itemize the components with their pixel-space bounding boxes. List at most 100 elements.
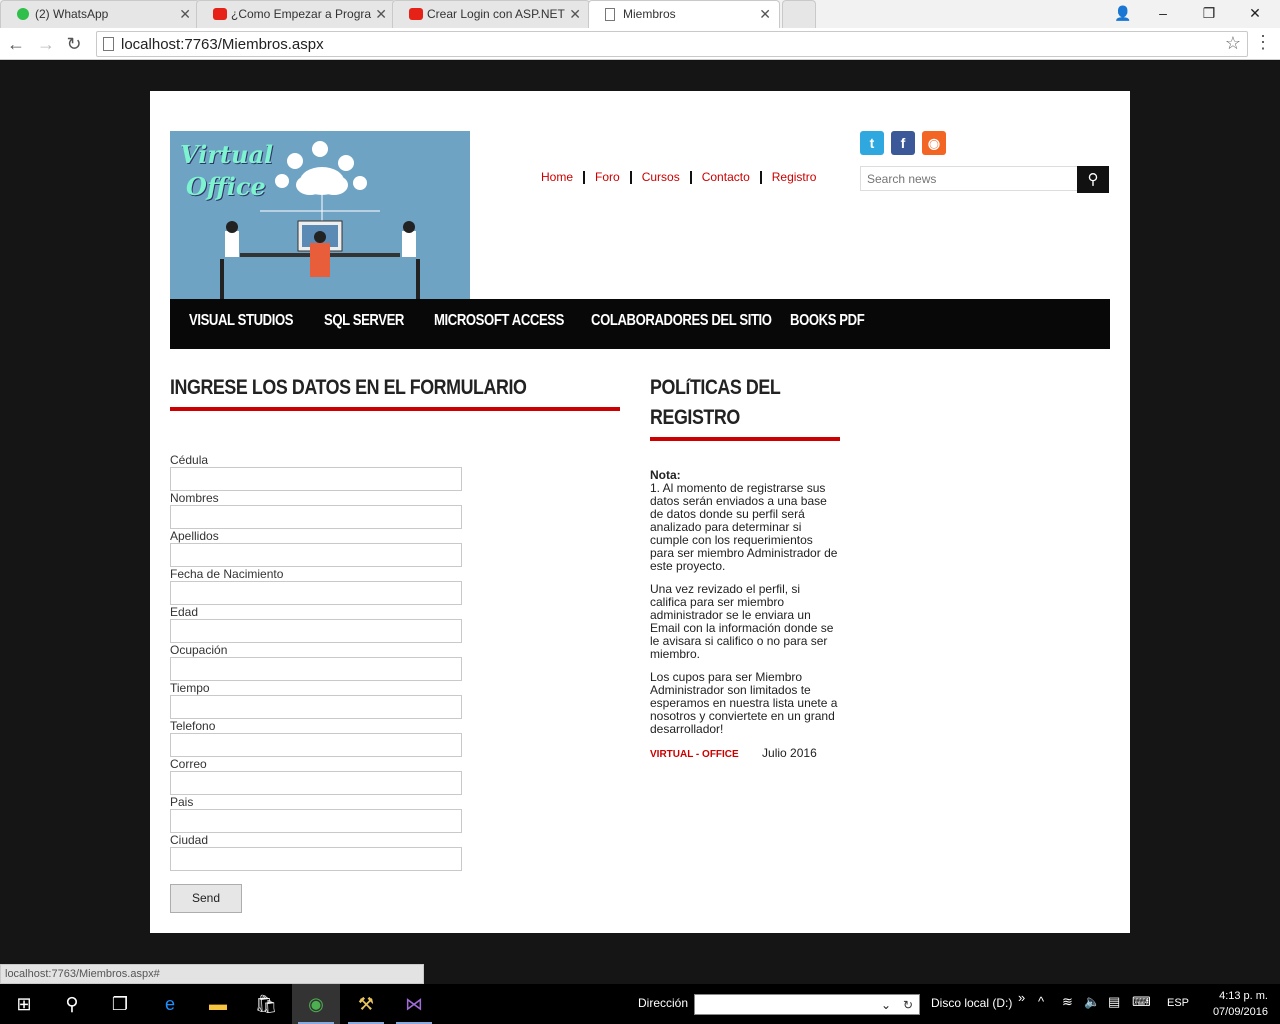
main-nav-microsoft-access[interactable]: MICROSOFT ACCESS — [434, 312, 564, 330]
main-nav-visual-studios[interactable]: VISUAL STUDIOS — [189, 312, 294, 330]
form-heading: INGRESE LOS DATOS EN EL FORMULARIO — [170, 376, 527, 399]
field-input[interactable] — [170, 657, 462, 681]
language-indicator[interactable]: ESP — [1167, 997, 1189, 1009]
close-icon[interactable]: ✕ — [569, 6, 581, 23]
field-input[interactable] — [170, 733, 462, 757]
search-box: ⚲ — [860, 166, 1109, 193]
taskbar: ⊞ ⚲ ❐ e ▬ 🛍 ◉ ⚒ ⋈ Dirección ⌄ ↻ Disco lo… — [0, 984, 1280, 1024]
tab-youtube-2[interactable]: Crear Login con ASP.NET ✕ — [392, 0, 590, 28]
close-window-button[interactable]: ✕ — [1232, 0, 1278, 28]
field-label: Edad — [170, 605, 199, 619]
nav-link-foro[interactable]: Foro — [585, 171, 632, 184]
clock-date: 07/09/2016 — [1212, 1006, 1268, 1018]
field-input[interactable] — [170, 581, 462, 605]
form-field: Ciudad — [170, 833, 470, 871]
field-label: Fecha de Nacimiento — [170, 567, 284, 581]
toolbar-overflow-icon[interactable]: » — [1018, 990, 1025, 1005]
page-icon — [103, 37, 114, 51]
site-container: Virtual Office Home Foro Cursos Contacto… — [150, 91, 1130, 933]
search-icon[interactable]: ⚲ — [48, 984, 96, 1024]
go-icon[interactable]: ↻ — [903, 995, 913, 1016]
search-icon[interactable]: ⚲ — [1077, 166, 1109, 193]
edge-icon[interactable]: e — [146, 984, 194, 1024]
new-tab-button[interactable] — [782, 0, 816, 28]
volume-icon[interactable]: 🔈 — [1084, 994, 1100, 1010]
tab-miembros[interactable]: Miembros ✕ — [588, 0, 780, 28]
task-view-icon[interactable]: ❐ — [96, 984, 144, 1024]
form-field: Nombres — [170, 491, 470, 529]
send-button[interactable]: Send — [170, 884, 242, 913]
policy-date: Julio 2016 — [762, 746, 817, 760]
field-label: Apellidos — [170, 529, 219, 543]
tab-youtube-1[interactable]: ¿Como Empezar a Progra ✕ — [196, 0, 396, 28]
disk-toolbar-label[interactable]: Disco local (D:) — [931, 996, 1012, 1010]
rss-icon[interactable]: ◉ — [922, 131, 946, 155]
form-field: Telefono — [170, 719, 470, 757]
close-icon[interactable]: ✕ — [179, 6, 191, 23]
address-bar[interactable]: localhost:7763/Miembros.aspx ☆ — [96, 31, 1248, 57]
main-nav-colaboradores[interactable]: COLABORADORES DEL SITIO — [591, 312, 772, 330]
field-input[interactable] — [170, 619, 462, 643]
url-text: localhost:7763/Miembros.aspx — [121, 36, 324, 53]
menu-icon[interactable]: ⋮ — [1254, 32, 1272, 53]
form-field: Cédula — [170, 453, 470, 491]
tab-whatsapp[interactable]: (2) WhatsApp ✕ — [0, 0, 200, 28]
minimize-button[interactable]: – — [1140, 0, 1186, 28]
field-input[interactable] — [170, 695, 462, 719]
main-nav: VISUAL STUDIOS SQL SERVER MICROSOFT ACCE… — [170, 299, 1110, 349]
youtube-icon — [409, 8, 423, 20]
search-input[interactable] — [860, 166, 1078, 191]
forward-arrow-icon[interactable]: → — [34, 32, 58, 56]
notifications-icon[interactable]: ▤ — [1108, 994, 1120, 1010]
field-input[interactable] — [170, 543, 462, 567]
reload-icon[interactable]: ↻ — [62, 32, 86, 56]
field-label: Nombres — [170, 491, 219, 505]
field-input[interactable] — [170, 771, 462, 795]
wifi-icon[interactable]: ≋ — [1062, 994, 1073, 1010]
form-field: Pais — [170, 795, 470, 833]
nav-link-contacto[interactable]: Contacto — [692, 171, 762, 184]
tab-label: Miembros — [623, 7, 676, 21]
policy-column: POLíTICAS DEL REGISTRO Nota: 1. Al momen… — [650, 373, 840, 760]
policy-paragraph: Una vez revizado el perfil, si califica … — [650, 582, 834, 661]
brand-link[interactable]: VIRTUAL - OFFICE — [650, 749, 739, 760]
form-fields: Cédula Nombres Apellidos Fecha de Nacimient… — [170, 453, 470, 871]
chrome-icon[interactable]: ◉ — [292, 984, 340, 1024]
nav-link-registro[interactable]: Registro — [762, 171, 827, 184]
main-nav-sql-server[interactable]: SQL SERVER — [324, 312, 404, 330]
nav-link-cursos[interactable]: Cursos — [632, 171, 692, 184]
top-nav: Home Foro Cursos Contacto Registro — [534, 170, 826, 184]
tab-label: (2) WhatsApp — [35, 7, 109, 21]
file-explorer-icon[interactable]: ▬ — [194, 984, 242, 1024]
windows-start-icon[interactable]: ⊞ — [0, 984, 48, 1024]
chevron-down-icon[interactable]: ⌄ — [881, 995, 891, 1016]
visual-studio-icon[interactable]: ⋈ — [390, 984, 438, 1024]
close-icon[interactable]: ✕ — [375, 6, 387, 23]
page-icon — [605, 8, 615, 21]
site-logo[interactable]: Virtual Office — [170, 131, 470, 299]
facebook-icon[interactable]: f — [891, 131, 915, 155]
field-input[interactable] — [170, 467, 462, 491]
main-nav-books-pdf[interactable]: BOOKS PDF — [790, 312, 865, 330]
restore-button[interactable]: ❐ — [1186, 0, 1232, 28]
field-label: Correo — [170, 757, 207, 771]
field-input[interactable] — [170, 847, 462, 871]
chevron-up-icon[interactable]: ^ — [1038, 994, 1044, 1009]
address-toolbar-input[interactable]: ⌄ ↻ — [694, 994, 920, 1015]
keyboard-icon[interactable]: ⌨ — [1132, 994, 1151, 1010]
field-label: Cédula — [170, 453, 209, 467]
back-arrow-icon[interactable]: ← — [4, 32, 28, 56]
tab-label: Crear Login con ASP.NET — [427, 7, 565, 21]
close-icon[interactable]: ✕ — [759, 6, 771, 23]
form-field: Tiempo — [170, 681, 470, 719]
nav-link-home[interactable]: Home — [534, 171, 586, 184]
twitter-icon[interactable]: t — [860, 131, 884, 155]
clock[interactable]: 4:13 p. m. 07/09/2016 — [1200, 988, 1268, 1020]
field-input[interactable] — [170, 505, 462, 529]
store-icon[interactable]: 🛍 — [242, 984, 290, 1024]
field-input[interactable] — [170, 809, 462, 833]
policy-paragraph: Los cupos para ser Miembro Administrador… — [650, 670, 838, 736]
youtube-icon — [213, 8, 227, 20]
bookmark-star-icon[interactable]: ☆ — [1225, 33, 1241, 54]
iis-express-icon[interactable]: ⚒ — [342, 984, 390, 1024]
